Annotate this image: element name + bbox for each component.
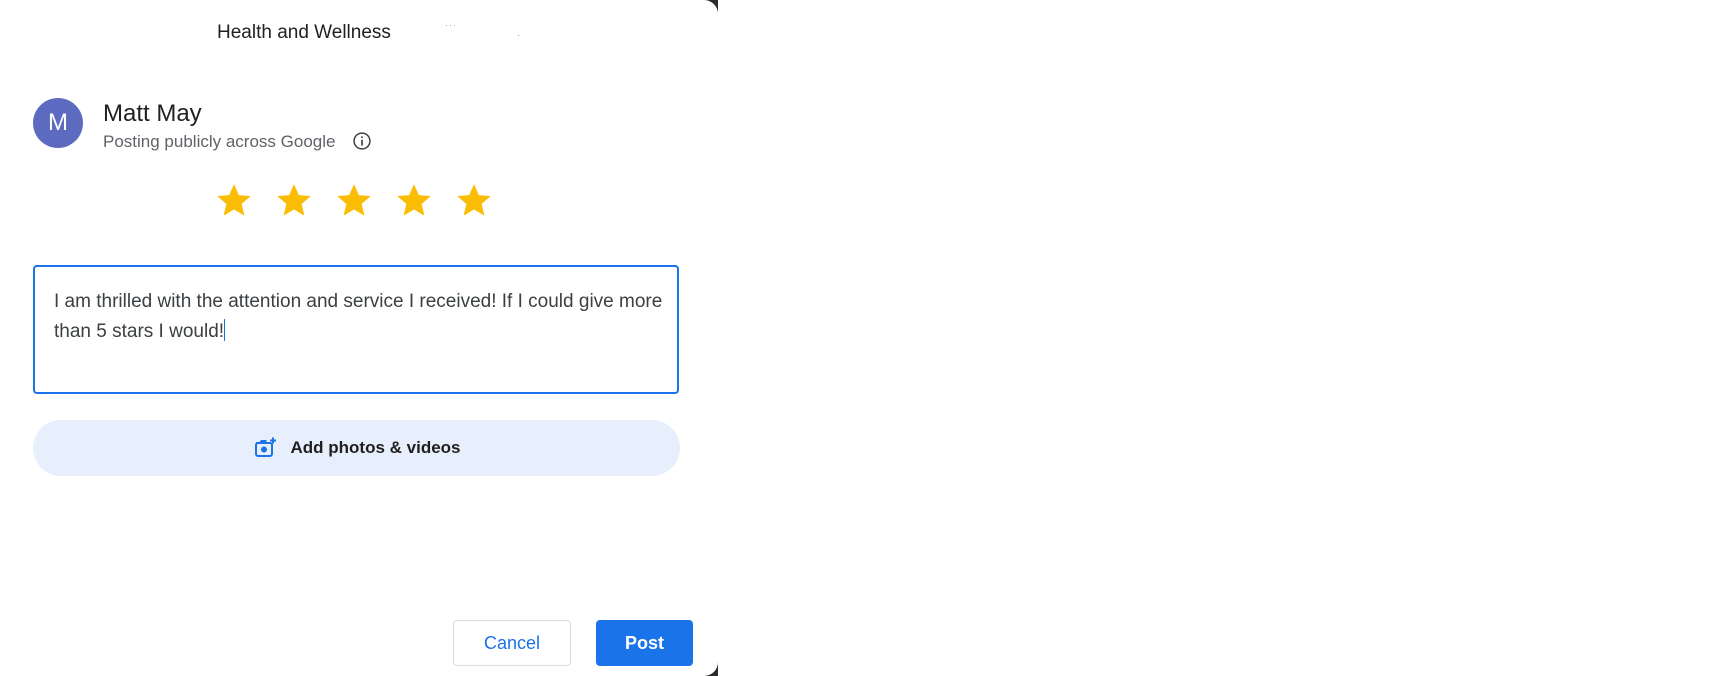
star-icon-4[interactable] — [394, 180, 434, 220]
add-photo-icon — [254, 437, 276, 457]
user-name: Matt May — [103, 100, 202, 127]
star-rating — [214, 180, 494, 220]
business-name: Health and Wellness — [217, 22, 391, 43]
add-photos-videos-button[interactable]: Add photos & videos — [33, 420, 680, 476]
star-icon-2[interactable] — [274, 180, 314, 220]
cancel-button[interactable]: Cancel — [453, 620, 571, 666]
review-dialog: Health and Wellness ··· . M Matt May Pos… — [0, 0, 718, 676]
star-icon-5[interactable] — [454, 180, 494, 220]
star-icon-1[interactable] — [214, 180, 254, 220]
star-icon-3[interactable] — [334, 180, 374, 220]
info-icon[interactable] — [352, 131, 372, 151]
review-text-content: I am thrilled with the attention and ser… — [54, 287, 664, 347]
add-photos-videos-label: Add photos & videos — [290, 438, 461, 457]
review-textarea[interactable]: I am thrilled with the attention and ser… — [33, 265, 679, 394]
business-redacted-text: ··· — [445, 20, 457, 30]
review-text-value: I am thrilled with the attention and ser… — [54, 291, 663, 342]
background-area — [718, 0, 1716, 676]
text-caret — [224, 319, 226, 341]
business-trailing-dot: . — [517, 28, 520, 39]
posting-note: Posting publicly across Google — [103, 132, 336, 151]
avatar: M — [33, 98, 83, 148]
post-button[interactable]: Post — [596, 620, 693, 666]
